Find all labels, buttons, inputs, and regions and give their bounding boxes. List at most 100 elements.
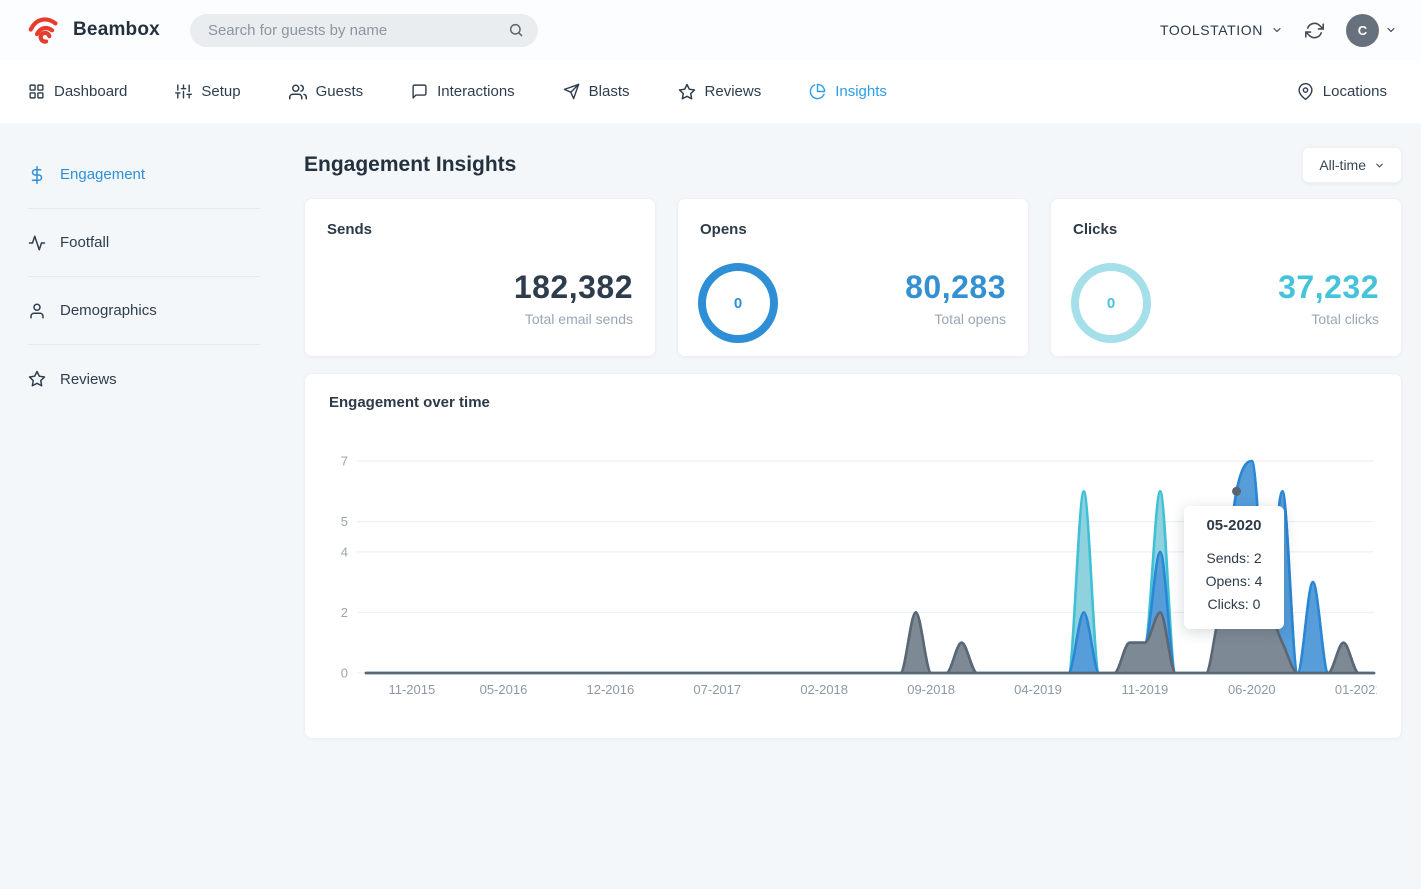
search-icon[interactable] bbox=[508, 22, 524, 38]
topbar-right: TOOLSTATION C bbox=[1160, 14, 1397, 47]
main-nav: Dashboard Setup Guests Interactions Blas… bbox=[0, 60, 1421, 123]
chevron-down-icon bbox=[1374, 160, 1385, 171]
brand[interactable]: Beambox bbox=[24, 10, 160, 50]
sends-value: 182,382 bbox=[514, 269, 633, 306]
avatar: C bbox=[1346, 14, 1379, 47]
tooltip-title: 05-2020 bbox=[1192, 517, 1276, 534]
y-axis-tick: 7 bbox=[341, 454, 348, 469]
x-axis-tick: 06-2020 bbox=[1228, 682, 1276, 697]
search-input[interactable] bbox=[208, 22, 508, 39]
chart-title: Engagement over time bbox=[329, 394, 1377, 411]
tooltip-line-sends: Sends: 2 bbox=[1192, 547, 1276, 570]
time-filter-dropdown[interactable]: All-time bbox=[1302, 147, 1402, 183]
content: Engagement Footfall Demographics Reviews bbox=[0, 123, 1421, 739]
dollar-icon bbox=[28, 166, 46, 184]
account-switcher[interactable]: TOOLSTATION bbox=[1160, 22, 1283, 38]
x-axis-tick: 11-2015 bbox=[388, 682, 435, 697]
card-title: Sends bbox=[327, 221, 633, 238]
paper-plane-icon bbox=[563, 83, 580, 100]
chat-bubble-icon bbox=[411, 83, 428, 100]
refresh-icon[interactable] bbox=[1305, 21, 1324, 40]
sliders-icon bbox=[175, 83, 192, 100]
card-value-block: 80,283 Total opens bbox=[905, 269, 1006, 327]
x-axis-tick: 02-2018 bbox=[800, 682, 848, 697]
nav-label: Blasts bbox=[589, 83, 630, 100]
sidebar-item-reviews[interactable]: Reviews bbox=[28, 345, 260, 413]
pie-chart-icon bbox=[809, 83, 826, 100]
nav-label: Insights bbox=[835, 83, 887, 100]
x-axis-tick: 11-2019 bbox=[1122, 682, 1169, 697]
nav-label: Guests bbox=[316, 83, 364, 100]
y-axis-tick: 4 bbox=[341, 544, 348, 559]
star-icon bbox=[28, 370, 46, 388]
nav-item-guests[interactable]: Guests bbox=[289, 83, 364, 101]
x-axis-tick: 12-2016 bbox=[587, 682, 635, 697]
guest-search bbox=[190, 14, 538, 47]
y-axis-tick: 5 bbox=[341, 514, 348, 529]
opens-card: Opens 0 80,283 Total opens bbox=[677, 198, 1029, 357]
user-menu[interactable]: C bbox=[1346, 14, 1397, 47]
nav-label: Setup bbox=[201, 83, 240, 100]
nav-item-reviews[interactable]: Reviews bbox=[678, 83, 762, 101]
app-window: Beambox TOOLSTATION C bbox=[0, 0, 1421, 889]
sidebar-label: Footfall bbox=[60, 234, 109, 251]
map-pin-icon bbox=[1297, 83, 1314, 100]
card-value-block: 37,232 Total clicks bbox=[1278, 269, 1379, 327]
main-header: Engagement Insights All-time bbox=[304, 147, 1402, 183]
clicks-card: Clicks 0 37,232 Total clicks bbox=[1050, 198, 1402, 357]
x-axis-tick: 01-2021 bbox=[1335, 682, 1377, 697]
beambox-logo-icon bbox=[24, 10, 64, 50]
nav-item-locations[interactable]: Locations bbox=[1297, 83, 1387, 100]
sidebar-label: Demographics bbox=[60, 302, 157, 319]
engagement-chart-card: Engagement over time 0 2 4 5 7 11-2015 05-2016… bbox=[304, 373, 1402, 739]
nav-item-interactions[interactable]: Interactions bbox=[411, 83, 515, 100]
card-title: Clicks bbox=[1073, 221, 1379, 238]
nav-item-blasts[interactable]: Blasts bbox=[563, 83, 630, 100]
nav-label: Interactions bbox=[437, 83, 515, 100]
x-axis-tick: 07-2017 bbox=[693, 682, 741, 697]
brand-name: Beambox bbox=[73, 19, 160, 41]
insights-sidebar: Engagement Footfall Demographics Reviews bbox=[0, 123, 260, 413]
tooltip-anchor-dot bbox=[1232, 487, 1241, 496]
sidebar-label: Engagement bbox=[60, 166, 145, 183]
sends-card: Sends 182,382 Total email sends bbox=[304, 198, 656, 357]
tooltip-line-opens: Opens: 4 bbox=[1192, 570, 1276, 593]
nav-item-insights[interactable]: Insights bbox=[809, 83, 887, 100]
x-axis-tick: 05-2016 bbox=[480, 682, 528, 697]
grid-icon bbox=[28, 83, 45, 100]
nav-item-setup[interactable]: Setup bbox=[175, 83, 240, 100]
account-name: TOOLSTATION bbox=[1160, 22, 1263, 38]
clicks-ring: 0 bbox=[1071, 263, 1151, 343]
chart-tooltip: 05-2020 Sends: 2 Opens: 4 Clicks: 0 bbox=[1184, 506, 1284, 629]
clicks-caption: Total clicks bbox=[1278, 311, 1379, 327]
y-axis-tick: 0 bbox=[341, 666, 348, 681]
activity-icon bbox=[28, 234, 46, 252]
tooltip-lines: Sends: 2 Opens: 4 Clicks: 0 bbox=[1192, 547, 1276, 616]
users-icon bbox=[289, 83, 307, 101]
opens-value: 80,283 bbox=[905, 269, 1006, 306]
star-icon bbox=[678, 83, 696, 101]
sidebar-label: Reviews bbox=[60, 371, 117, 388]
nav-label: Locations bbox=[1323, 83, 1387, 100]
opens-caption: Total opens bbox=[905, 311, 1006, 327]
chevron-down-icon bbox=[1271, 24, 1283, 36]
page-title: Engagement Insights bbox=[304, 153, 516, 177]
sidebar-item-footfall[interactable]: Footfall bbox=[28, 209, 260, 277]
tooltip-line-clicks: Clicks: 0 bbox=[1192, 593, 1276, 616]
nav-label: Dashboard bbox=[54, 83, 127, 100]
time-filter-value: All-time bbox=[1319, 157, 1366, 173]
y-axis-tick: 2 bbox=[341, 605, 348, 620]
x-axis-tick: 09-2018 bbox=[907, 682, 955, 697]
person-icon bbox=[28, 302, 46, 320]
sidebar-item-demographics[interactable]: Demographics bbox=[28, 277, 260, 345]
stat-cards: Sends 182,382 Total email sends Opens 0 … bbox=[304, 198, 1402, 357]
nav-label: Reviews bbox=[705, 83, 762, 100]
chevron-down-icon bbox=[1385, 24, 1397, 36]
nav-item-dashboard[interactable]: Dashboard bbox=[28, 83, 127, 100]
x-axis-tick: 04-2019 bbox=[1014, 682, 1062, 697]
top-bar: Beambox TOOLSTATION C bbox=[0, 0, 1421, 60]
sidebar-item-engagement[interactable]: Engagement bbox=[28, 141, 260, 209]
sends-caption: Total email sends bbox=[514, 311, 633, 327]
opens-ring: 0 bbox=[698, 263, 778, 343]
main-panel: Engagement Insights All-time Sends 182,3… bbox=[260, 123, 1421, 739]
